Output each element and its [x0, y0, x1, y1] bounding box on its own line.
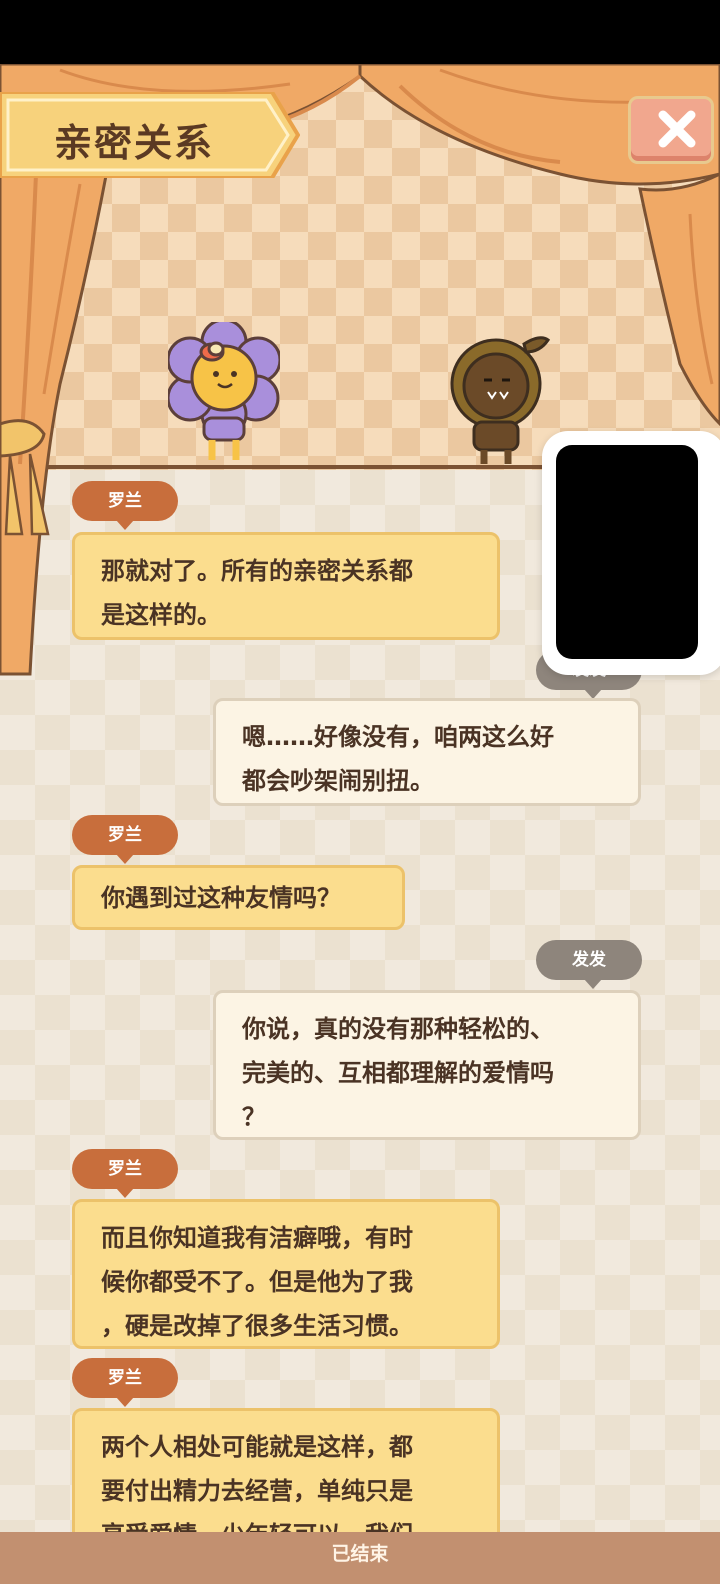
ended-label: 已结束	[331, 1543, 389, 1565]
speaker-tag: 罗兰	[72, 1149, 178, 1198]
dialog-line: 要付出精力去经营，单纯只是	[101, 1477, 413, 1505]
brown-sunflower-character	[450, 336, 551, 464]
dialog-bubble: 两个人相处可能就是这样，都 要付出精力去经营，单纯只是 享受爱情，少年轻可以，我…	[72, 1408, 500, 1532]
close-button[interactable]	[628, 96, 714, 164]
status-bar	[0, 0, 720, 64]
dialog-line: ？	[242, 1103, 266, 1131]
speaker-tag: 罗兰	[72, 1358, 178, 1407]
dialog-line: 那就对了。所有的亲密关系都	[101, 557, 413, 585]
dialog-line: ，硬是改掉了很多生活习惯。	[101, 1312, 413, 1340]
dialog-line: 是这样的。	[101, 601, 221, 629]
dialog-line: 而且你知道我有洁癖哦，有时	[101, 1224, 413, 1252]
dialog-bubble: 你说，真的没有那种轻松的、 完美的、互相都理解的爱情吗 ？	[213, 990, 641, 1140]
dialog-bubble: 那就对了。所有的亲密关系都 是这样的。	[72, 532, 500, 640]
dialog-line: 都会吵架闹别扭。	[242, 767, 434, 795]
bottom-status-bar: 已结束	[0, 1532, 720, 1584]
dialog-line: 你遇到过这种友情吗？	[101, 884, 341, 912]
dialog-bubble: 嗯……好像没有，咱两这么好 都会吵架闹别扭。	[213, 698, 641, 806]
dialog-bubble: 而且你知道我有洁癖哦，有时 候你都受不了。但是他为了我 ，硬是改掉了很多生活习惯…	[72, 1199, 500, 1349]
purple-flower-character	[168, 322, 280, 460]
close-x-icon	[658, 110, 696, 148]
video-preview[interactable]	[556, 445, 698, 659]
dialog-line: 享受爱情，少年轻可以，我们	[101, 1513, 471, 1532]
dialog-line: 候你都受不了。但是他为了我	[101, 1268, 413, 1296]
page-title: 亲密关系	[54, 121, 215, 165]
speaker-tag: 罗兰	[72, 815, 178, 864]
floating-video-window[interactable]	[542, 431, 720, 675]
dialog-line: 嗯……好像没有，咱两这么好	[242, 723, 554, 751]
dialog-line: 完美的、互相都理解的爱情吗	[242, 1059, 554, 1087]
speaker-tag: 发发	[536, 940, 642, 989]
dialog-bubble: 你遇到过这种友情吗？	[72, 865, 405, 930]
title-banner: 亲密关系	[0, 92, 300, 178]
speaker-tag: 罗兰	[72, 481, 178, 530]
dialog-line: 你说，真的没有那种轻松的、	[242, 1015, 554, 1043]
dialog-line: 两个人相处可能就是这样，都	[101, 1433, 413, 1461]
